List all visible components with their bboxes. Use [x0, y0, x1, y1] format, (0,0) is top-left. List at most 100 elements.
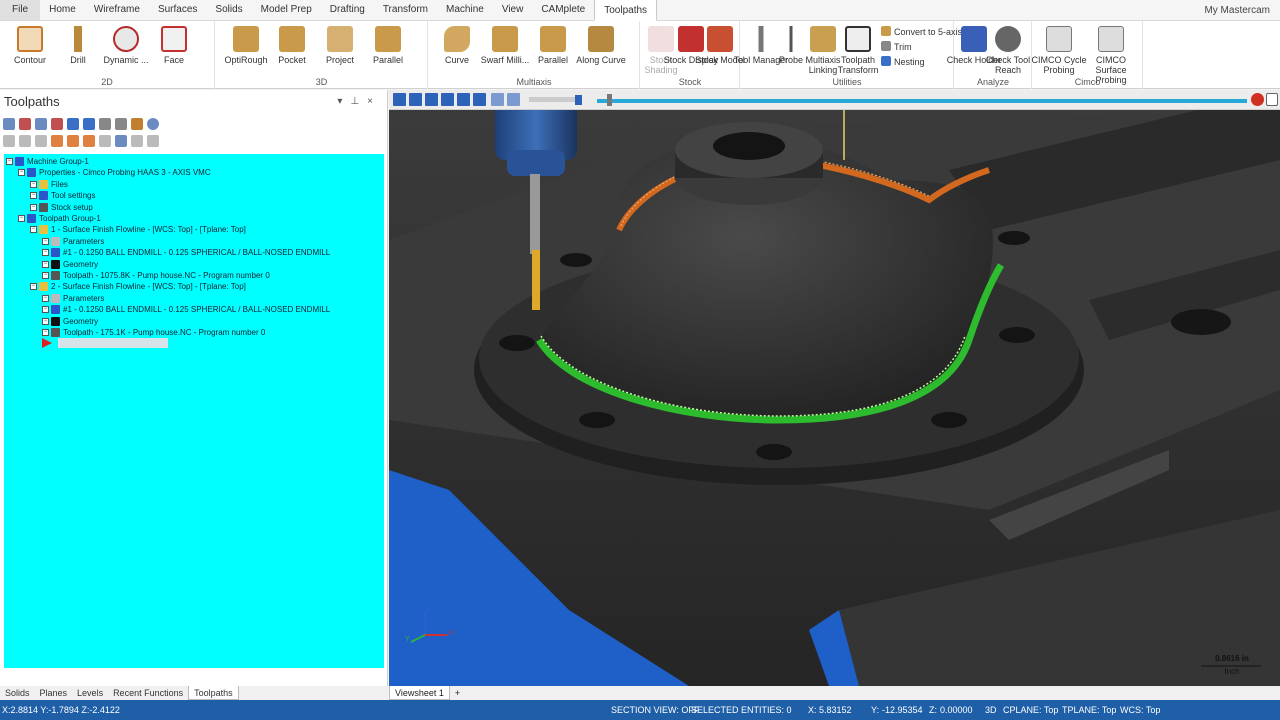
- cimco-surface-probing-button[interactable]: CIMCO Surface Probing: [1080, 24, 1142, 85]
- tree-item[interactable]: − Geometry: [42, 316, 98, 327]
- x-value[interactable]: 5.83152: [819, 700, 852, 720]
- y-value[interactable]: -12.95354: [882, 700, 923, 720]
- tree-item[interactable]: − Parameters: [42, 293, 104, 304]
- tab-solids[interactable]: Solids: [206, 0, 251, 20]
- tree-item[interactable]: − 1 - Surface Finish Flowline - [WCS: Top…: [30, 224, 246, 235]
- tree-item[interactable]: − Toolpath - 175.1K - Pump house.NC - Pro…: [42, 327, 265, 338]
- post-icon[interactable]: [115, 118, 127, 130]
- tree-item[interactable]: − Tool settings: [30, 190, 95, 201]
- z-value[interactable]: 0.00000: [940, 700, 973, 720]
- progress-track[interactable]: [597, 99, 1247, 103]
- tab-toolpaths-manager[interactable]: Toolpaths: [188, 686, 239, 700]
- tree-item[interactable]: − Stock setup: [30, 202, 93, 213]
- display-options-icon[interactable]: [131, 135, 143, 147]
- scroll-icon[interactable]: [99, 135, 111, 147]
- regenerate-icon[interactable]: [35, 118, 47, 130]
- insert-arrow-icon[interactable]: [42, 338, 52, 348]
- tab-planes-manager[interactable]: Planes: [35, 686, 73, 700]
- stop-conditions-icon[interactable]: [1251, 93, 1264, 106]
- tab-drafting[interactable]: Drafting: [321, 0, 374, 20]
- expand-toggle-icon[interactable]: −: [42, 260, 49, 268]
- expand-toggle-icon[interactable]: −: [30, 180, 37, 188]
- expand-toggle-icon[interactable]: −: [18, 215, 25, 222]
- toolpath-transform-button[interactable]: Toolpath Transform: [830, 24, 886, 75]
- regenerate-dirty-icon[interactable]: [51, 118, 63, 130]
- expand-toggle-icon[interactable]: −: [42, 294, 49, 302]
- toggle-post-icon[interactable]: [35, 135, 47, 147]
- tab-surfaces[interactable]: Surfaces: [149, 0, 206, 20]
- tree-item[interactable]: − Toolpath Group-1: [18, 213, 101, 224]
- close-icon[interactable]: ×: [367, 96, 381, 107]
- nesting-button[interactable]: Nesting: [881, 55, 925, 69]
- speed-slider-handle[interactable]: [575, 95, 582, 105]
- graphics-viewport[interactable]: Z Y X 0.8616 in Inch: [389, 90, 1280, 686]
- tree-item[interactable]: − #1 - 0.1250 BALL ENDMILL - 0.125 SPHERI…: [42, 304, 330, 315]
- insert-arrow-icon[interactable]: [83, 135, 95, 147]
- check-tool-reach-button[interactable]: Check Tool Reach: [980, 24, 1036, 75]
- speed-slider[interactable]: [529, 97, 581, 102]
- step-forward-icon[interactable]: [457, 93, 470, 106]
- pin-icon[interactable]: ⊥: [350, 96, 367, 107]
- help-icon[interactable]: [147, 118, 159, 130]
- tree-item[interactable]: − 2 - Surface Finish Flowline - [WCS: Top…: [30, 281, 246, 292]
- tab-file[interactable]: File: [0, 0, 41, 20]
- tree-item[interactable]: − Geometry: [42, 259, 98, 270]
- tab-levels-manager[interactable]: Levels: [72, 686, 108, 700]
- expand-toggle-icon[interactable]: −: [30, 192, 37, 200]
- tab-machine[interactable]: Machine: [437, 0, 493, 20]
- high-feed-icon[interactable]: [131, 118, 143, 130]
- tree-item[interactable]: − #1 - 0.1250 BALL ENDMILL - 0.125 SPHERI…: [42, 247, 330, 258]
- tree-item[interactable]: − Toolpath - 1075.8K - Pump house.NC - Pr…: [42, 270, 270, 281]
- progress-handle[interactable]: [607, 94, 612, 106]
- tool-display-icon[interactable]: [507, 93, 520, 106]
- tab-recent-functions[interactable]: Recent Functions: [108, 686, 188, 700]
- expand-toggle-icon[interactable]: −: [30, 226, 37, 234]
- cimco-cycle-probing-button[interactable]: CIMCO Cycle Probing: [1031, 24, 1087, 75]
- step-back-icon[interactable]: [441, 93, 454, 106]
- expand-toggle-icon[interactable]: −: [42, 249, 49, 257]
- tab-transform[interactable]: Transform: [374, 0, 437, 20]
- parallel-3d-button[interactable]: Parallel: [360, 24, 416, 65]
- single-op-icon[interactable]: [115, 135, 127, 147]
- wcs-selector[interactable]: WCS: Top: [1120, 700, 1160, 720]
- expand-toggle-icon[interactable]: −: [30, 203, 37, 211]
- view-mode-toggle[interactable]: 3D: [985, 700, 997, 720]
- my-mastercam-link[interactable]: My Mastercam: [1204, 0, 1270, 21]
- add-viewsheet-button[interactable]: +: [450, 686, 465, 700]
- skip-start-icon[interactable]: [425, 93, 438, 106]
- trail-icon[interactable]: [491, 93, 504, 106]
- cplane-selector[interactable]: CPLANE: Top: [1003, 700, 1058, 720]
- expand-toggle-icon[interactable]: −: [30, 283, 37, 291]
- dropdown-icon[interactable]: ▾: [337, 96, 350, 107]
- face-button[interactable]: Face: [146, 24, 202, 65]
- expand-toggle-icon[interactable]: −: [42, 237, 49, 245]
- expand-toggle-icon[interactable]: −: [42, 329, 49, 336]
- select-invalid-icon[interactable]: [19, 118, 31, 130]
- trim-button[interactable]: Trim: [881, 40, 912, 54]
- verify-icon[interactable]: [83, 118, 95, 130]
- tab-view[interactable]: View: [493, 0, 533, 20]
- stop-icon[interactable]: [409, 93, 422, 106]
- expand-toggle-icon[interactable]: −: [42, 272, 49, 279]
- lock-icon[interactable]: [3, 135, 15, 147]
- tab-toolpaths[interactable]: Toolpaths: [594, 0, 658, 21]
- expand-toggle-icon[interactable]: −: [18, 169, 25, 177]
- insert-arrow-bar[interactable]: [58, 338, 168, 348]
- simulate-icon[interactable]: [99, 118, 111, 130]
- section-view-toggle[interactable]: SECTION VIEW: OFF: [611, 700, 699, 720]
- tree-item[interactable]: − Parameters: [42, 236, 104, 247]
- tab-home[interactable]: Home: [40, 0, 85, 20]
- move-up-icon[interactable]: [67, 135, 79, 147]
- expand-toggle-icon[interactable]: −: [6, 158, 13, 165]
- select-all-icon[interactable]: [3, 118, 15, 130]
- skip-end-icon[interactable]: [473, 93, 486, 106]
- tab-model-prep[interactable]: Model Prep: [252, 0, 321, 20]
- move-down-icon[interactable]: [51, 135, 63, 147]
- play-icon[interactable]: [393, 93, 406, 106]
- expand-toggle-icon[interactable]: −: [42, 306, 49, 314]
- tab-viewsheet-1[interactable]: Viewsheet 1: [389, 686, 450, 700]
- tree-item[interactable]: − Properties - Cimco Probing HAAS 3 - AXI…: [18, 167, 211, 178]
- tree-item[interactable]: − Files: [30, 179, 68, 190]
- tab-solids-manager[interactable]: Solids: [0, 686, 35, 700]
- help-icon[interactable]: [1266, 93, 1278, 106]
